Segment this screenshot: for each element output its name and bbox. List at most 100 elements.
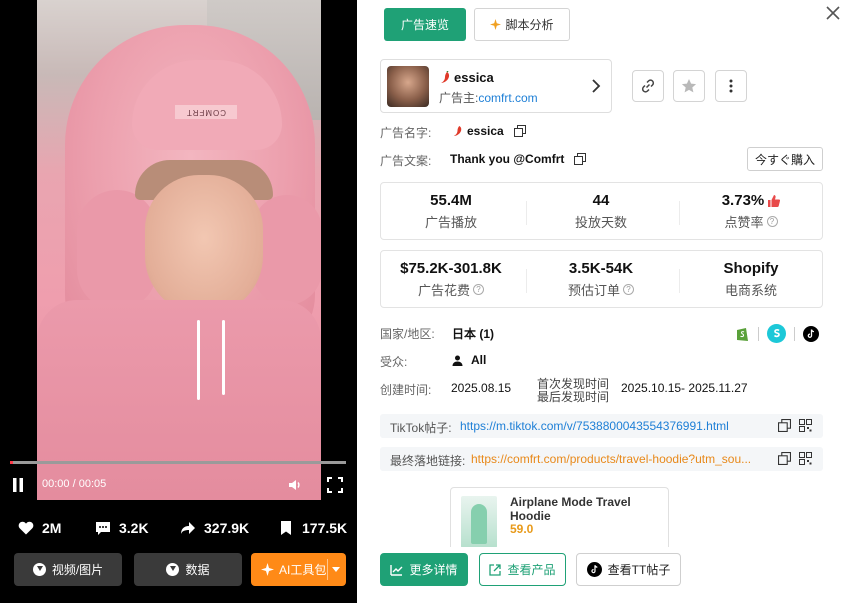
metric-ecommerce-value: Shopify [723, 260, 779, 277]
download-data-button[interactable]: 数据 [134, 553, 242, 586]
metric-spend-value: $75.2K-301.8K [400, 260, 502, 277]
metric-orders-value: 3.5K-54K [568, 260, 634, 277]
metric-divider [679, 201, 680, 225]
tab-script-analysis[interactable]: 脚本分析 [474, 8, 570, 41]
download-media-button[interactable]: 视频/图片 [14, 553, 122, 586]
metrics-panel-1: 55.4M 广告播放 44 投放天数 3.73% 点赞率? [380, 182, 823, 240]
metric-divider [526, 201, 527, 225]
comments-stat: 3.2K [95, 520, 149, 536]
chevron-right-icon [592, 79, 601, 93]
view-product-label: 查看产品 [507, 563, 556, 577]
qr-code-icon[interactable] [799, 452, 812, 465]
engagement-stats: 2M 3.2K 327.9K 177.5K [10, 520, 350, 540]
audience-label: 受众: [380, 355, 408, 369]
download-data-label: 数据 [185, 563, 210, 577]
ad-name-label: 广告名字: [380, 126, 432, 140]
metric-like-rate: 3.73% 点赞率? [681, 192, 821, 231]
copy-icon[interactable] [778, 452, 791, 465]
help-icon[interactable]: ? [623, 284, 634, 295]
help-icon[interactable]: ? [766, 216, 778, 227]
sparkle-icon [490, 19, 502, 30]
comments-count: 3.2K [119, 520, 149, 536]
link-icon [641, 79, 655, 93]
sparkle-icon [261, 563, 274, 576]
advertiser-name-row: essica [439, 70, 494, 85]
copy-icon[interactable] [778, 419, 791, 432]
ad-copy-row: Thank you @Comfrt [450, 152, 587, 166]
shoplazza-icon[interactable] [767, 324, 786, 343]
product-card[interactable]: Airplane Mode Travel Hoodie 59.0 [450, 487, 669, 547]
view-product-button[interactable]: 查看产品 [479, 553, 566, 586]
video-progress-fill [10, 461, 14, 464]
advertiser-avatar [387, 66, 429, 107]
video-panel: COMFRT 00:00 / 00:05 2M 3.2K 327.9K 177.… [0, 0, 357, 603]
seen-range-value: 2025.10.15- 2025.11.27 [621, 381, 748, 395]
metric-views: 55.4M 广告播放 [381, 192, 521, 231]
product-price: 59.0 [510, 522, 534, 536]
more-details-button[interactable]: 更多详情 [380, 553, 468, 586]
metrics-panel-2: $75.2K-301.8K 广告花费? 3.5K-54K 预估订单? Shopi… [380, 250, 823, 308]
ad-name-value: essica [467, 124, 504, 138]
metric-days-label: 投放天数 [574, 215, 627, 230]
created-value: 2025.08.15 [451, 381, 512, 395]
product-title: Airplane Mode Travel Hoodie [510, 495, 631, 523]
video-brand-text: COMFRT [175, 105, 237, 119]
metric-spend-label: 广告花费 [417, 283, 470, 298]
more-vertical-icon [729, 79, 733, 93]
favorite-button[interactable] [673, 70, 705, 102]
current-time: 00:00 [42, 478, 70, 490]
video-player[interactable]: COMFRT [37, 0, 321, 500]
advertiser-card[interactable]: essica 广告主:comfrt.com [380, 59, 612, 113]
ad-copy-label: 广告文案: [380, 154, 432, 168]
metric-orders-label: 预估订单 [567, 283, 620, 298]
tab-overview[interactable]: 广告速览 [384, 8, 466, 41]
video-string [197, 320, 200, 400]
ai-toolkit-label: AI工具包 [279, 563, 327, 577]
video-time: 00:00 / 00:05 [42, 478, 107, 490]
tiktok-icon[interactable] [803, 325, 819, 342]
shopify-icon[interactable] [735, 326, 750, 342]
advertiser-domain-row: 广告主:comfrt.com [439, 89, 538, 106]
tab-script-label: 脚本分析 [505, 18, 554, 32]
metric-like-rate-label: 点赞率 [724, 215, 764, 230]
video-progress-bar[interactable] [10, 461, 346, 464]
video-face [145, 175, 263, 315]
likes-count: 2M [42, 520, 62, 536]
fullscreen-icon[interactable] [327, 477, 343, 493]
advertiser-domain-link[interactable]: comfrt.com [478, 91, 537, 105]
close-icon[interactable] [824, 4, 842, 22]
saves-stat: 177.5K [278, 520, 347, 536]
copy-icon[interactable] [513, 125, 526, 137]
volume-icon[interactable] [287, 477, 303, 493]
view-tt-post-button[interactable]: 查看TT帖子 [576, 553, 681, 586]
metric-spend: $75.2K-301.8K 广告花费? [381, 260, 521, 299]
last-seen-label: 最后发现时间 [537, 390, 610, 404]
pause-icon[interactable] [10, 476, 26, 494]
heart-icon [18, 521, 34, 535]
copy-icon[interactable] [574, 153, 587, 165]
metric-like-rate-label-row: 点赞率? [681, 212, 821, 231]
advertiser-label: 广告主: [439, 91, 479, 105]
download-icon [32, 563, 46, 576]
metric-days: 44 投放天数 [531, 192, 671, 231]
tiktok-post-link[interactable]: https://m.tiktok.com/v/75388000435543769… [460, 419, 760, 433]
caret-down-icon[interactable] [332, 567, 340, 572]
ad-detail-modal: COMFRT 00:00 / 00:05 2M 3.2K 327.9K 177.… [0, 0, 850, 603]
tiktok-post-row: TikTok帖子: https://m.tiktok.com/v/7538800… [380, 414, 823, 438]
cta-button[interactable]: 今すぐ購入 [747, 147, 823, 171]
chart-icon [390, 564, 403, 576]
qr-code-icon[interactable] [799, 419, 812, 432]
platform-divider [758, 326, 759, 341]
metric-days-value: 44 [592, 192, 610, 209]
landing-page-link[interactable]: https://comfrt.com/products/travel-hoodi… [471, 452, 763, 466]
user-icon [452, 355, 463, 366]
more-details-label: 更多详情 [409, 563, 458, 577]
download-icon [166, 563, 180, 576]
shares-stat: 327.9K [180, 520, 249, 536]
bookmark-icon [281, 521, 291, 535]
copy-link-button[interactable] [632, 70, 664, 102]
more-options-button[interactable] [715, 70, 747, 102]
help-icon[interactable]: ? [473, 284, 484, 295]
ai-toolkit-button[interactable]: AI工具包 [251, 553, 346, 586]
video-controls: 00:00 / 00:05 [10, 474, 346, 496]
